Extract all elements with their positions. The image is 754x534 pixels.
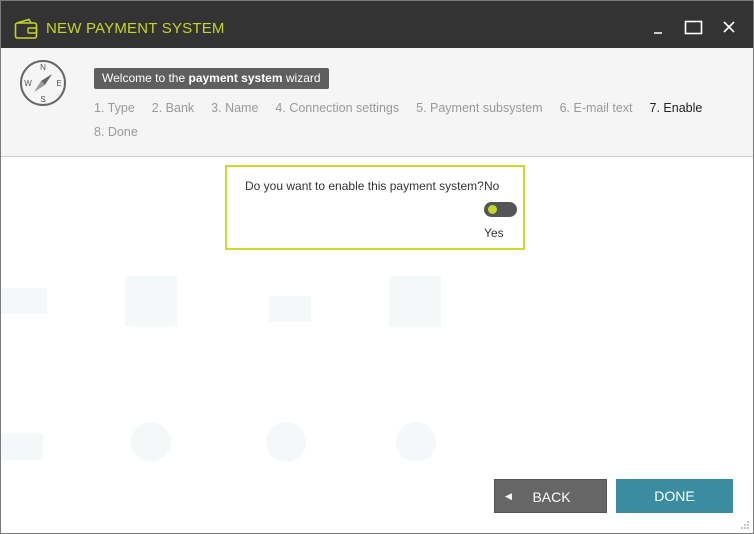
window-title: NEW PAYMENT SYSTEM xyxy=(46,20,225,37)
welcome-prefix: Welcome to the xyxy=(102,71,189,85)
resize-grip-icon[interactable] xyxy=(740,520,750,530)
title-bar: NEW PAYMENT SYSTEM xyxy=(1,1,753,48)
step-bank[interactable]: 2. Bank xyxy=(152,96,194,120)
enable-question-panel: Do you want to enable this payment syste… xyxy=(225,165,525,250)
step-payment-subsystem[interactable]: 5. Payment subsystem xyxy=(416,96,542,120)
wizard-window: NEW PAYMENT SYSTEM N E S W Welcome to th… xyxy=(0,0,754,534)
compass-north-label: N xyxy=(40,63,46,72)
done-button[interactable]: DONE xyxy=(616,479,733,513)
compass-west-label: W xyxy=(24,79,32,88)
minimize-icon[interactable] xyxy=(647,15,671,39)
back-button[interactable]: ◀ BACK xyxy=(494,479,607,513)
step-connection-settings[interactable]: 4. Connection settings xyxy=(275,96,399,120)
compass-south-label: S xyxy=(40,95,45,104)
maximize-icon[interactable] xyxy=(682,15,706,39)
step-email-text[interactable]: 6. E-mail text xyxy=(560,96,633,120)
step-type[interactable]: 1. Type xyxy=(94,96,135,120)
compass-icon: N E S W xyxy=(20,60,66,106)
welcome-bold: payment system xyxy=(188,71,283,85)
step-enable[interactable]: 7. Enable xyxy=(650,96,703,120)
back-button-label: BACK xyxy=(532,489,571,505)
enable-question-label: Do you want to enable this payment syste… xyxy=(245,179,484,193)
option-no-label[interactable]: No xyxy=(484,179,499,193)
step-name[interactable]: 3. Name xyxy=(211,96,258,120)
toggle-knob xyxy=(488,205,497,214)
welcome-suffix: wizard xyxy=(282,71,321,85)
compass-east-label: E xyxy=(56,79,61,88)
wizard-header: N E S W Welcome to the payment system wi… xyxy=(1,48,753,157)
wallet-icon xyxy=(14,18,38,39)
enable-toggle[interactable] xyxy=(484,202,517,217)
welcome-banner: Welcome to the payment system wizard xyxy=(94,68,329,89)
close-icon[interactable] xyxy=(717,15,741,39)
wizard-steps: 1. Type 2. Bank 3. Name 4. Connection setti… xyxy=(94,96,734,144)
step-done[interactable]: 8. Done xyxy=(94,120,138,144)
option-yes-label[interactable]: Yes xyxy=(484,226,504,240)
